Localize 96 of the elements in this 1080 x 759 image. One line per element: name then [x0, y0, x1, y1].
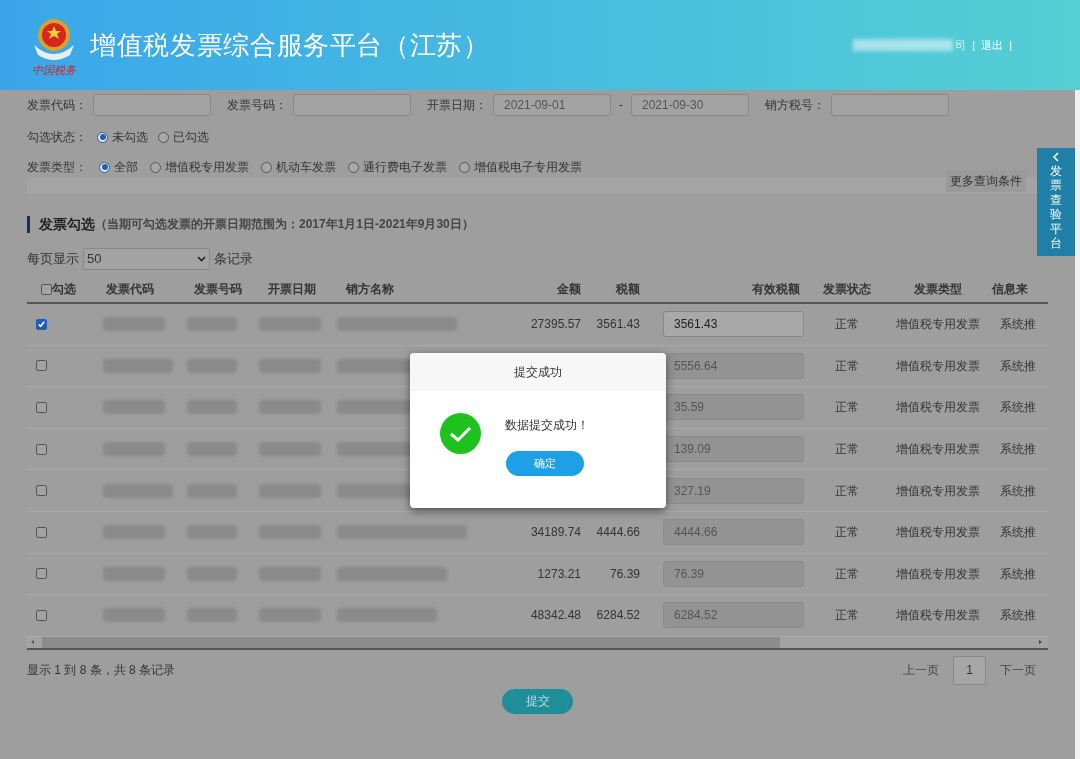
column-header: 勾选	[52, 281, 76, 298]
separator: |	[1009, 37, 1012, 53]
table-cell-text: 正常	[834, 316, 860, 334]
filter-field[interactable]	[293, 94, 411, 116]
checkbox[interactable]	[36, 402, 47, 413]
table-cell: 1273.21	[537, 566, 581, 581]
page-size-select[interactable]: 50	[83, 248, 210, 270]
record-summary: 显示 1 到 8 条，共 8 条记录	[27, 662, 176, 680]
radio-option[interactable]: 全部	[99, 158, 138, 176]
ok-button[interactable]: 确定	[506, 451, 584, 476]
table-cell-text: 正常	[834, 607, 860, 625]
effective-tax-field[interactable]: 139.09	[663, 436, 804, 463]
range-separator: -	[619, 97, 623, 114]
table-cell: 27395.57	[530, 317, 581, 332]
checkbox[interactable]	[36, 360, 47, 372]
field-label: 发票类型：	[27, 159, 87, 176]
page-size-suffix: 条记录	[214, 250, 253, 269]
table-cell-text: 正常	[834, 565, 860, 583]
column-header: 发票号码	[193, 281, 243, 298]
scroll-left-icon	[29, 638, 37, 647]
radio-option[interactable]: 未勾选	[97, 128, 148, 146]
page-size-label: 每页显示	[27, 250, 79, 269]
checkbox[interactable]	[36, 526, 47, 538]
filter-field[interactable]: 2021-09-01	[493, 94, 611, 116]
side-tab[interactable]: 发票查验平台	[1037, 148, 1075, 256]
table-cell-text: 正常	[834, 441, 860, 459]
effective-tax-field[interactable]: 5556.64	[663, 352, 804, 379]
table-cell-text: 增值税专用发票	[895, 565, 981, 583]
checkbox[interactable]	[36, 568, 47, 580]
scroll-right-icon	[1036, 638, 1044, 647]
column-header: 发票状态	[822, 281, 872, 298]
table-cell-text: 增值税专用发票	[895, 357, 981, 375]
submit-button[interactable]: 提交	[502, 688, 573, 714]
checkbox[interactable]	[36, 318, 47, 330]
next-page-link[interactable]: 下一页	[1000, 661, 1036, 680]
table-cell: 6284.52	[596, 608, 640, 623]
checkbox[interactable]	[36, 485, 47, 497]
table-cell-text: 增值税专用发票	[895, 482, 981, 500]
page-button[interactable]: 1	[953, 655, 986, 685]
chevron-left-icon	[1052, 152, 1060, 162]
separator: |	[972, 37, 976, 53]
dialog-title: 提交成功	[514, 364, 562, 381]
checkbox[interactable]	[36, 609, 47, 621]
table-cell-text: 增值税专用发票	[895, 607, 981, 625]
table-cell: 3561.43	[596, 317, 640, 332]
table-cell: 48342.48	[530, 608, 581, 623]
prev-page-link[interactable]: 上一页	[903, 661, 939, 680]
effective-tax-field[interactable]: 35.59	[663, 394, 804, 421]
column-header: 销方名称	[345, 281, 395, 298]
effective-tax-field[interactable]: 76.39	[663, 560, 804, 587]
success-check-icon	[440, 413, 481, 454]
field-label: 勾选状态：	[27, 129, 87, 146]
table-cell: 4444.66	[596, 525, 640, 540]
radio-option[interactable]: 已勾选	[158, 128, 209, 146]
filter-field[interactable]	[93, 94, 211, 116]
table-cell: 76.39	[609, 566, 640, 581]
table-cell-text: 增值税专用发票	[895, 399, 981, 417]
filter-field[interactable]	[831, 94, 949, 116]
chevron-down-icon	[197, 256, 206, 262]
more-conditions-button[interactable]: 更多查询条件	[946, 170, 1026, 192]
table-cell-text: 增值税专用发票	[895, 316, 981, 334]
field-label: 销方税号：	[765, 97, 825, 114]
column-header: 有效税额	[751, 281, 801, 298]
checkbox[interactable]	[41, 283, 52, 295]
section-title: 发票勾选	[39, 214, 95, 234]
emblem-text: 中国税务	[32, 64, 76, 76]
dialog-message: 数据提交成功！	[505, 417, 589, 434]
table-cell-text: 正常	[834, 399, 860, 417]
column-header: 发票类型	[913, 281, 963, 298]
table-cell-text: 增值税专用发票	[895, 524, 981, 542]
effective-tax-field[interactable]: 327.19	[663, 477, 804, 504]
radio-option[interactable]: 增值税专用发票	[150, 158, 249, 176]
radio-option[interactable]: 增值税电子专用发票	[459, 158, 582, 176]
table-cell-text: 正常	[834, 482, 860, 500]
radio-option[interactable]: 机动车发票	[261, 158, 336, 176]
field-label: 发票代码：	[27, 97, 87, 114]
effective-tax-field[interactable]: 3561.43	[663, 311, 804, 338]
checkbox[interactable]	[36, 443, 47, 455]
platform-title: 增值税发票综合服务平台（江苏）	[90, 28, 490, 62]
table-cell-text: 正常	[834, 524, 860, 542]
column-header: 税额	[615, 281, 641, 298]
table-cell-text: 正常	[834, 357, 860, 375]
filter-field[interactable]: 2021-09-30	[631, 94, 749, 116]
table-cell: 34189.74	[530, 525, 581, 540]
effective-tax-field[interactable]: 4444.66	[663, 519, 804, 546]
column-header: 信息来	[990, 281, 1029, 298]
section-note: （当期可勾选发票的开票日期范围为：2017年1月1日-2021年9月30日）	[95, 216, 474, 233]
column-header: 金额	[556, 281, 582, 298]
field-label: 开票日期：	[427, 97, 487, 114]
column-header: 发票代码	[105, 281, 155, 298]
table-cell-text: 增值税专用发票	[895, 441, 981, 459]
column-header: 开票日期	[267, 281, 317, 298]
effective-tax-field[interactable]: 6284.52	[663, 602, 804, 629]
radio-option[interactable]: 通行费电子发票	[348, 158, 447, 176]
field-label: 发票号码：	[227, 97, 287, 114]
company-name: 司	[955, 37, 967, 53]
